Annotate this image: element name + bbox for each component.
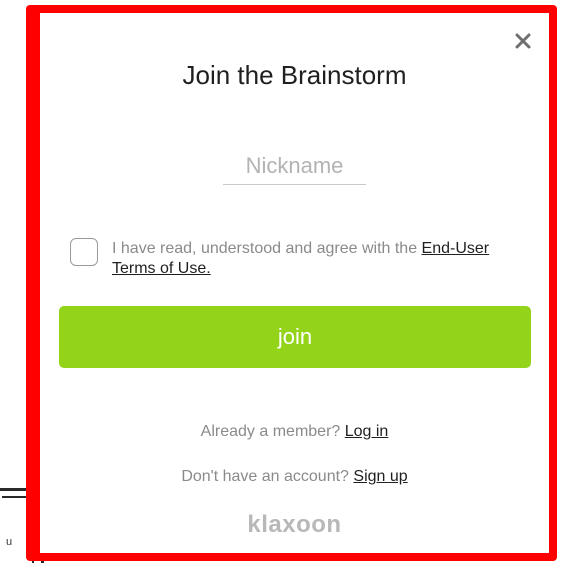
terms-text: I have read, understood and agree with t… [112,240,422,257]
page: u Join the Brainstorm I have read, under… [0,0,561,563]
login-prompt: Already a member? Log in [40,423,549,441]
terms-label: I have read, understood and agree with t… [112,239,532,279]
close-button[interactable] [512,30,534,52]
brand-logo: klaxoon [247,511,342,538]
login-prompt-text: Already a member? [200,423,345,440]
signup-prompt-text: Don't have an account? [181,468,354,485]
modal-title: Join the Brainstorm [182,60,407,90]
signup-prompt: Don't have an account? Sign up [40,468,549,486]
background-fragment-text: u [6,536,13,548]
join-button[interactable]: join [59,306,531,368]
login-link[interactable]: Log in [345,423,389,440]
signup-link[interactable]: Sign up [353,468,407,485]
terms-checkbox[interactable] [70,238,98,266]
nickname-input[interactable] [223,148,366,185]
close-icon [515,33,531,49]
